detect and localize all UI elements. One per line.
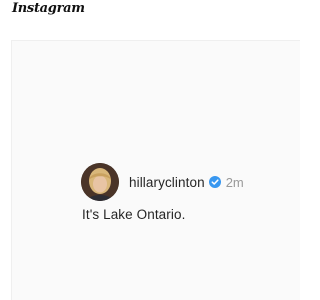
verified-badge-icon: [208, 176, 221, 188]
avatar-image: [81, 163, 119, 201]
post-header: hillaryclinton 2m: [81, 163, 244, 201]
avatar[interactable]: [81, 163, 119, 201]
post-timestamp[interactable]: 2m: [226, 175, 244, 190]
app-window: Instagram hillaryclinton 2m It's Lake On…: [0, 0, 300, 300]
username-link[interactable]: hillaryclinton: [129, 175, 205, 190]
post-caption: It's Lake Ontario.: [82, 207, 186, 222]
top-bar: Instagram: [0, 0, 300, 22]
instagram-logo[interactable]: Instagram: [12, 1, 85, 16]
